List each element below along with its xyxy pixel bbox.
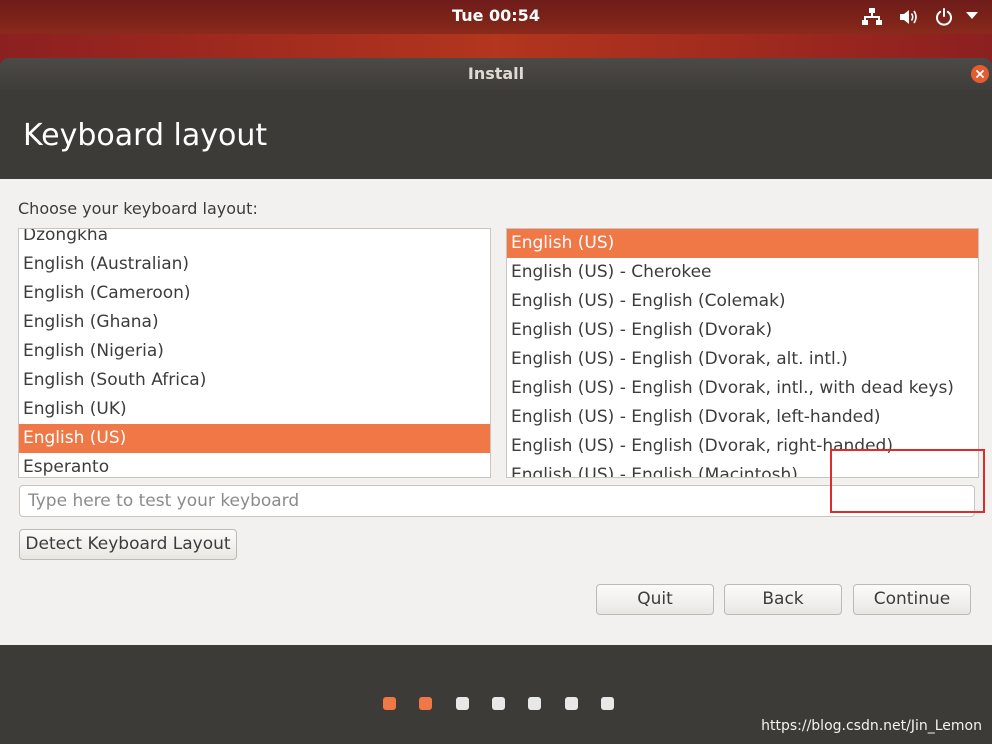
progress-dot xyxy=(419,697,432,710)
close-icon xyxy=(976,70,984,78)
progress-dot xyxy=(492,697,505,710)
layout-list-item[interactable]: English (UK) xyxy=(19,395,490,424)
variant-list-item[interactable]: English (US) - English (Colemak) xyxy=(507,287,978,316)
quit-button[interactable]: Quit xyxy=(596,584,714,615)
back-button[interactable]: Back xyxy=(724,584,842,615)
installer-window: Install Keyboard layout Choose your keyb… xyxy=(0,58,992,744)
variant-list-items: English (US) English (US) - Cherokee Engli… xyxy=(507,229,978,477)
keyboard-test-input[interactable] xyxy=(19,485,975,517)
variant-list-item[interactable]: English (US) - English (Dvorak, right-ha… xyxy=(507,432,978,461)
variant-list-item[interactable]: English (US) - English (Dvorak, intl., w… xyxy=(507,374,978,403)
close-button[interactable] xyxy=(971,65,989,83)
progress-dots xyxy=(0,697,992,711)
progress-dot xyxy=(456,697,469,710)
layout-list-item[interactable]: English (Ghana) xyxy=(19,308,490,337)
detect-layout-button[interactable]: Detect Keyboard Layout xyxy=(19,529,237,560)
variant-list-item[interactable]: English (US) - English (Dvorak, alt. int… xyxy=(507,345,978,374)
progress-dot xyxy=(601,697,614,710)
variant-list-item[interactable]: English (US) - English (Dvorak, left-han… xyxy=(507,403,978,432)
top-panel: Tue 00:54 xyxy=(0,0,992,34)
watermark: https://blog.csdn.net/Jin_Lemon xyxy=(761,718,982,734)
chevron-down-icon[interactable] xyxy=(965,11,979,29)
continue-button[interactable]: Continue xyxy=(853,584,971,615)
layout-list-item[interactable]: Dzongkha xyxy=(19,229,490,250)
layout-list-item[interactable]: English (US) xyxy=(19,424,490,453)
content-area: Choose your keyboard layout: Dzongkha Eng… xyxy=(0,179,992,645)
layout-list-item[interactable]: English (Australian) xyxy=(19,250,490,279)
variant-list-item[interactable]: English (US) xyxy=(507,229,978,258)
layout-list-item[interactable]: English (Nigeria) xyxy=(19,337,490,366)
volume-icon[interactable] xyxy=(899,8,919,26)
variant-list-item[interactable]: English (US) - English (Dvorak) xyxy=(507,316,978,345)
layout-list-item[interactable]: English (South Africa) xyxy=(19,366,490,395)
power-icon[interactable] xyxy=(935,8,953,26)
page-title: Keyboard layout xyxy=(23,118,268,153)
clock[interactable]: Tue 00:54 xyxy=(0,0,992,34)
progress-dot xyxy=(528,697,541,710)
progress-dot xyxy=(383,697,396,710)
progress-dot xyxy=(565,697,578,710)
layout-list[interactable]: Dzongkha English (Australian) English (Cam… xyxy=(18,228,491,478)
variant-list-item[interactable]: English (US) - English (Macintosh) xyxy=(507,461,978,477)
window-title: Install xyxy=(467,64,525,83)
choose-layout-label: Choose your keyboard layout: xyxy=(18,199,258,218)
variant-list-item[interactable]: English (US) - Cherokee xyxy=(507,258,978,287)
layout-list-items: Dzongkha English (Australian) English (Cam… xyxy=(19,229,490,477)
layout-list-item[interactable]: Esperanto xyxy=(19,453,490,477)
variant-list[interactable]: English (US) English (US) - Cherokee Engli… xyxy=(506,228,979,478)
window-titlebar[interactable]: Install xyxy=(0,58,992,90)
layout-list-item[interactable]: English (Cameroon) xyxy=(19,279,490,308)
network-icon[interactable] xyxy=(862,8,882,26)
